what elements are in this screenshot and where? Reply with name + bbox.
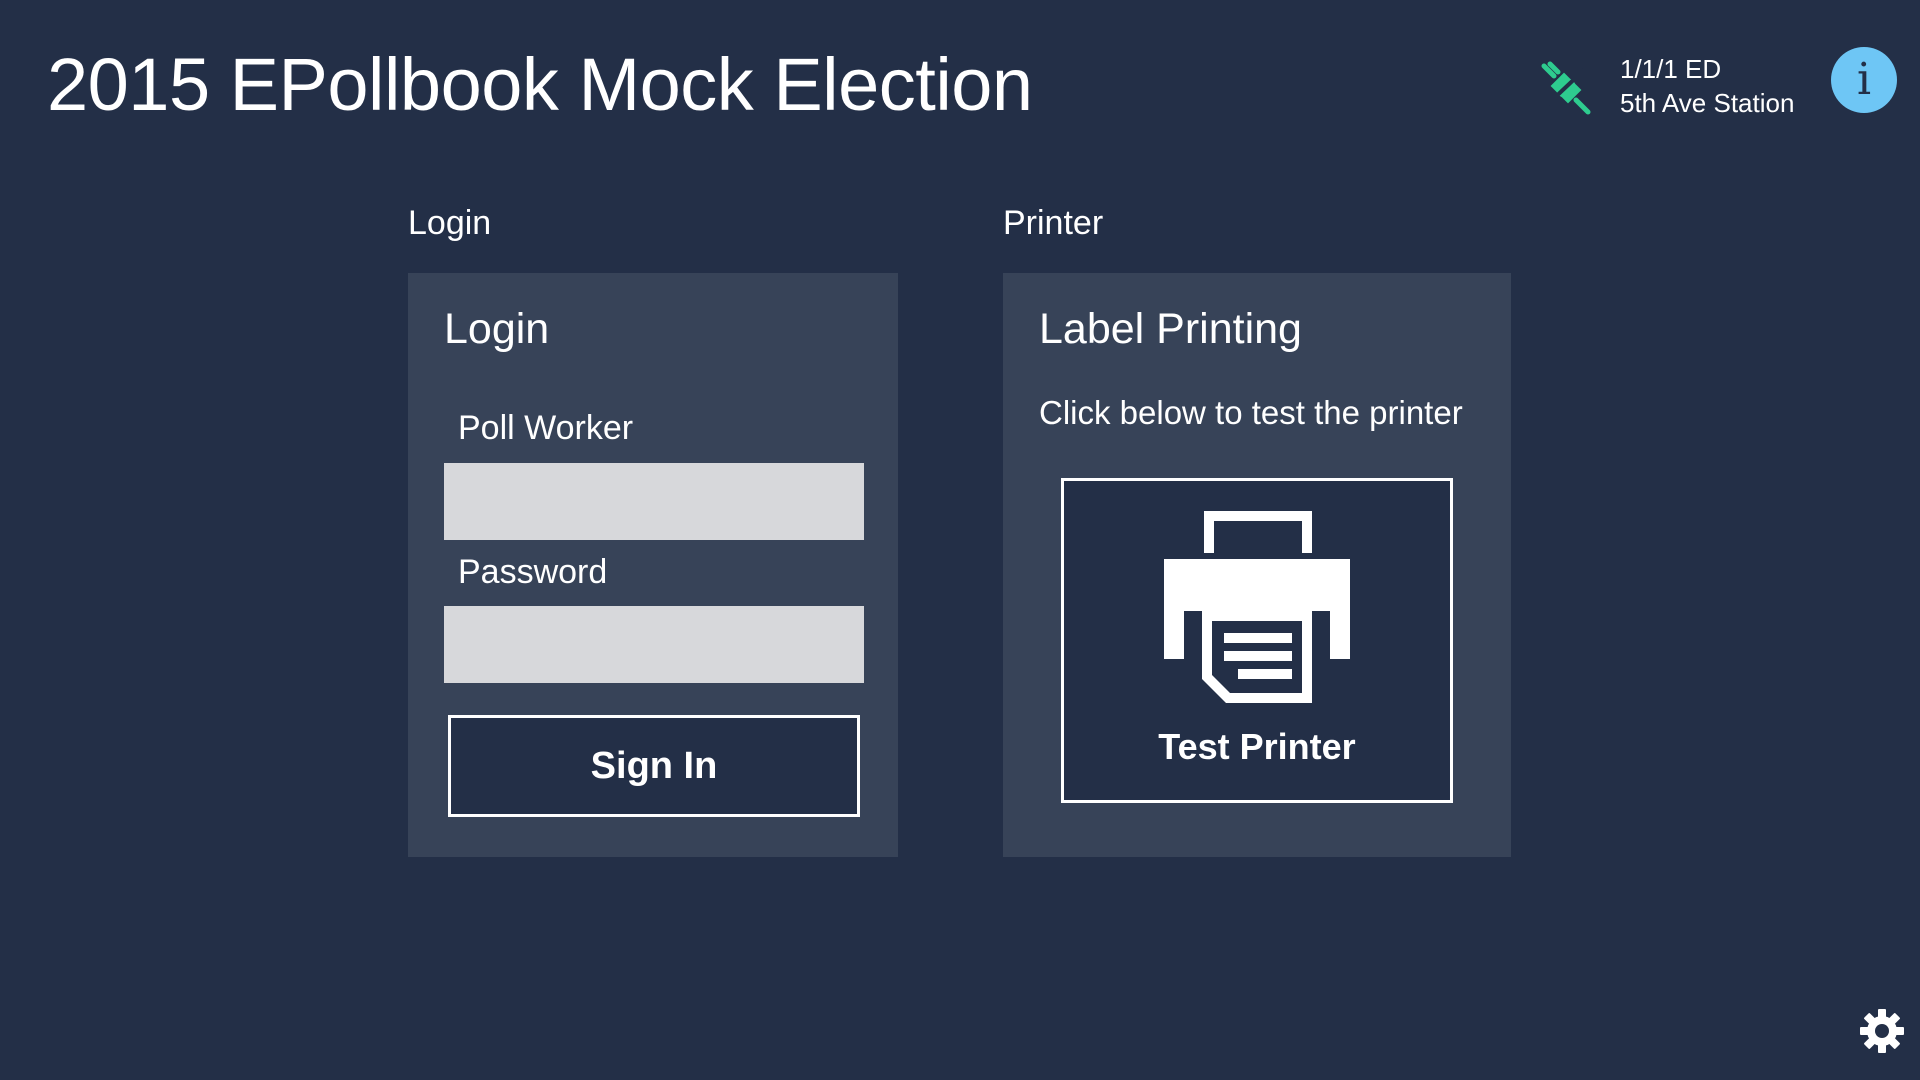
page-title: 2015 EPollbook Mock Election xyxy=(47,43,1033,126)
printer-panel-title: Label Printing xyxy=(1039,305,1302,353)
disconnected-plug-icon xyxy=(1541,61,1591,115)
sign-in-button[interactable]: Sign In xyxy=(448,715,860,817)
password-input[interactable] xyxy=(444,606,864,683)
login-panel: Login Poll Worker Password Sign In xyxy=(408,273,898,857)
test-printer-button[interactable]: Test Printer xyxy=(1061,478,1453,803)
poll-worker-label: Poll Worker xyxy=(458,409,634,447)
election-district-label: 1/1/1 ED xyxy=(1620,54,1722,84)
app-window: 2015 EPollbook Mock Election 1/1/1 ED 5t… xyxy=(0,0,1920,1080)
printer-section-heading: Printer xyxy=(1003,204,1104,242)
printer-icon xyxy=(1164,511,1350,703)
printer-panel: Label Printing Click below to test the p… xyxy=(1003,273,1511,857)
login-panel-title: Login xyxy=(444,305,550,353)
printer-instructions: Click below to test the printer xyxy=(1039,394,1463,431)
password-label: Password xyxy=(458,553,608,591)
info-button[interactable]: i xyxy=(1831,47,1897,113)
station-info: 1/1/1 ED 5th Ave Station xyxy=(1620,52,1794,120)
gear-icon[interactable] xyxy=(1859,1008,1905,1054)
station-name-label: 5th Ave Station xyxy=(1620,88,1795,118)
login-section-heading: Login xyxy=(408,204,492,242)
poll-worker-input[interactable] xyxy=(444,463,864,540)
test-printer-label: Test Printer xyxy=(1158,726,1356,767)
